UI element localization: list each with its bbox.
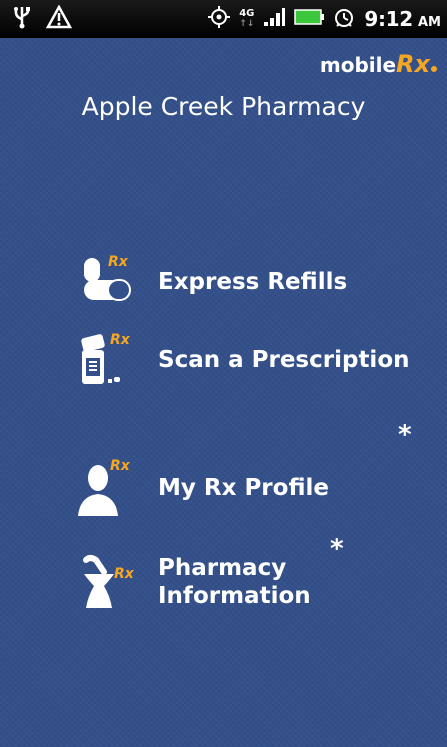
menu-item-label: Express Refills xyxy=(158,269,348,295)
page-title: Apple Creek Pharmacy xyxy=(81,92,366,121)
battery-icon xyxy=(294,8,325,30)
signal-strength-icon xyxy=(263,7,286,31)
brand-suffix: Rx xyxy=(396,50,430,78)
menu-item-my-rx-profile[interactable]: Rx My Rx Profile xyxy=(70,456,329,520)
pill-bottle-scan-icon: Rx xyxy=(70,328,150,392)
status-bar: 4G ↑↓ 9:12 AM xyxy=(0,0,447,38)
rx-tag: Rx xyxy=(110,332,130,348)
network-type-label: 4G xyxy=(239,8,255,19)
brand-logo: mobileRx xyxy=(320,50,437,78)
menu-item-label: Pharmacy Information xyxy=(158,555,311,609)
menu-item-label: My Rx Profile xyxy=(158,475,329,501)
menu-item-express-refills[interactable]: Rx Express Refills xyxy=(70,250,347,314)
clock-time: 9:12 xyxy=(364,7,413,31)
menu-item-pharmacy-information[interactable]: Rx Pharmacy Information xyxy=(70,550,311,614)
brand-prefix: mobile xyxy=(319,53,397,77)
warning-icon xyxy=(45,4,73,33)
clock-ampm: AM xyxy=(418,15,441,30)
data-activity-icon: ↑↓ xyxy=(239,19,255,29)
brand-dot-icon xyxy=(431,66,437,72)
app-screen: mobileRx Apple Creek Pharmacy Rx Express… xyxy=(0,38,447,747)
network-type-indicator: 4G ↑↓ xyxy=(239,8,255,30)
mortar-pestle-icon: Rx xyxy=(70,550,150,614)
alarm-icon xyxy=(333,6,355,32)
menu-item-label: Scan a Prescription xyxy=(158,347,410,373)
gps-icon xyxy=(208,6,231,32)
menu-item-scan-prescription[interactable]: Rx Scan a Prescription xyxy=(70,328,410,392)
asterisk-mark: * xyxy=(398,420,412,450)
rx-tag: Rx xyxy=(108,254,128,270)
asterisk-mark: * xyxy=(330,534,344,564)
pill-capsule-icon: Rx xyxy=(70,250,150,314)
rx-tag: Rx xyxy=(114,566,134,582)
usb-icon xyxy=(12,5,32,33)
rx-tag: Rx xyxy=(110,458,130,474)
person-silhouette-icon: Rx xyxy=(70,456,150,520)
